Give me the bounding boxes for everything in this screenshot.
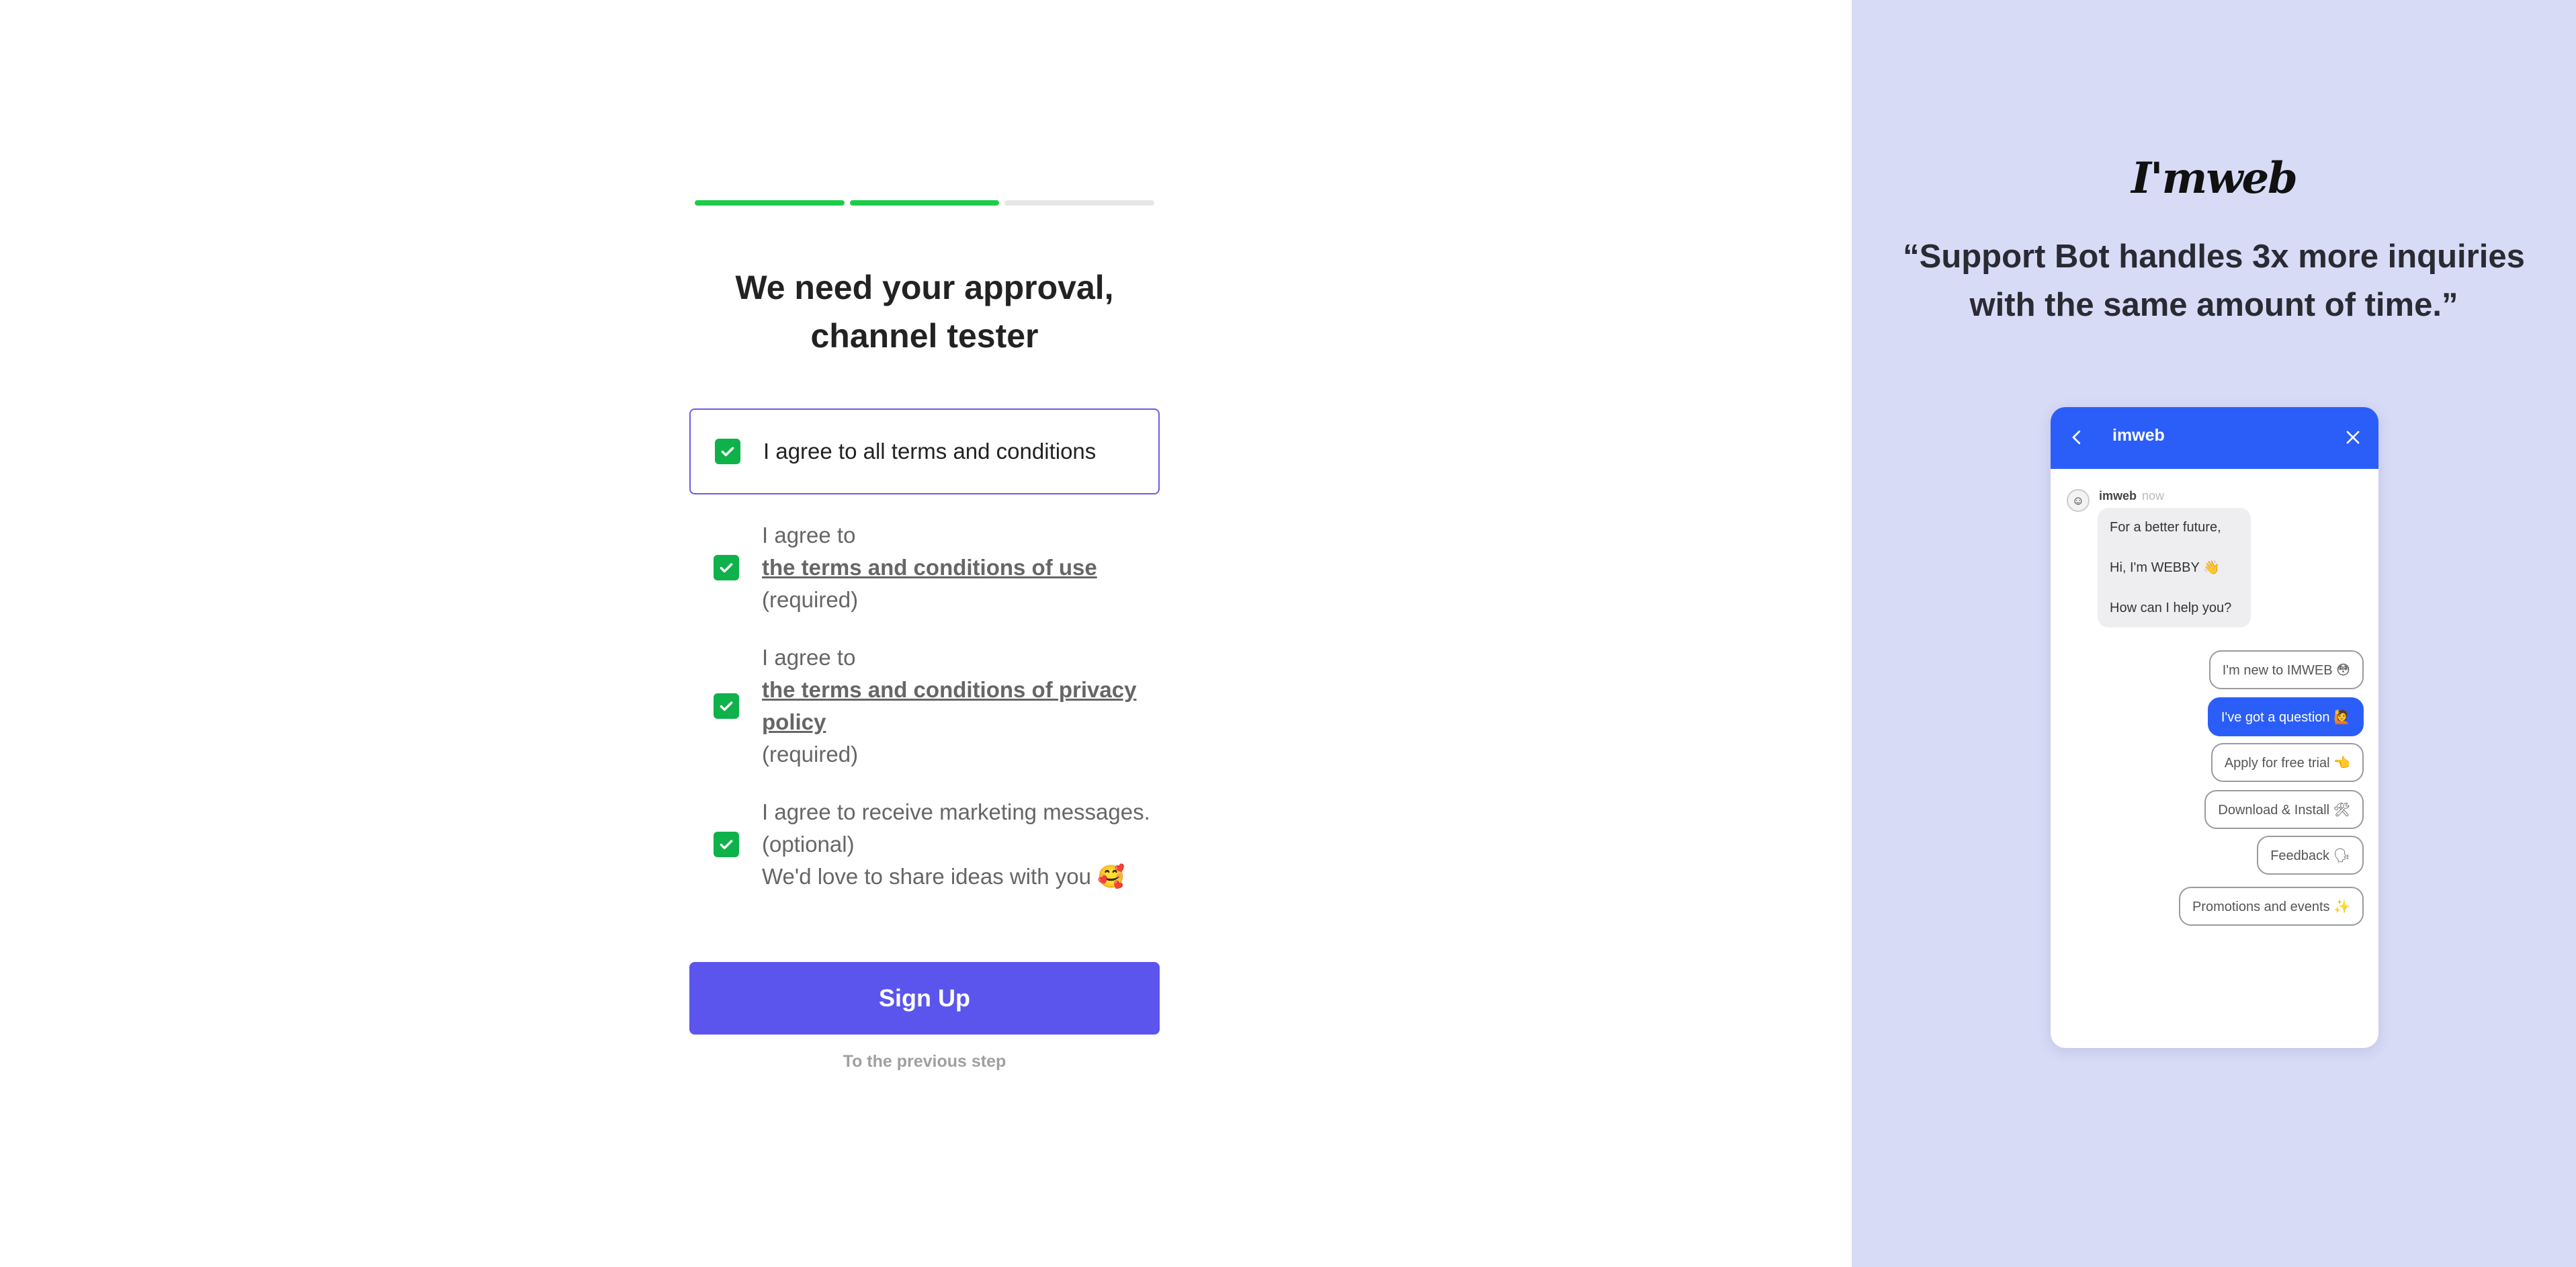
chat-header: imweb xyxy=(2051,407,2378,469)
privacy-policy-link[interactable]: the terms and conditions of privacy poli… xyxy=(762,674,1160,738)
term-suffix: (required) xyxy=(762,742,859,767)
progress-bar xyxy=(695,200,1155,207)
option-download-install: Download & Install 🛠 xyxy=(2204,790,2364,829)
option-new-to-imweb: I'm new to IMWEB 😳 xyxy=(2208,650,2364,689)
checkbox-checked-icon[interactable] xyxy=(714,832,739,857)
message-time: now xyxy=(2142,489,2165,503)
bot-message: Hi, I'm WEBBY 👋 xyxy=(2110,560,2220,575)
term-privacy-row[interactable]: I agree to the terms and conditions of p… xyxy=(689,642,1160,770)
agree-all-label: I agree to all terms and conditions xyxy=(763,439,1097,464)
bot-message: How can I help you? xyxy=(2110,601,2232,615)
term-privacy-text: I agree to the terms and conditions of p… xyxy=(762,642,1160,771)
page-title: We need your approval, channel tester xyxy=(735,269,1114,355)
term-marketing-text: I agree to receive marketing messages. (… xyxy=(762,796,1160,893)
imweb-logo: I'mweb xyxy=(2131,153,2298,204)
checkbox-checked-icon[interactable] xyxy=(714,555,739,580)
checkbox-checked-icon[interactable] xyxy=(714,693,739,719)
bot-message: For a better future, xyxy=(2110,520,2221,535)
bot-message-bubble: For a better future, Hi, I'm WEBBY 👋 How… xyxy=(2098,508,2251,627)
option-free-trial: Apply for free trial 👈 xyxy=(2210,743,2364,782)
signup-button[interactable]: Sign Up xyxy=(689,962,1160,1035)
option-promotions: Promotions and events ✨ xyxy=(2178,887,2364,926)
bot-name: imweb xyxy=(2099,489,2137,503)
term-prefix: I agree to receive marketing messages. (… xyxy=(762,799,1150,857)
chevron-left-icon xyxy=(2072,430,2081,445)
progress-step-1 xyxy=(695,200,845,206)
agree-all-checkbox-row[interactable]: I agree to all terms and conditions xyxy=(689,408,1160,494)
term-prefix: I agree to xyxy=(762,523,856,548)
bot-avatar: ☺ xyxy=(2067,489,2090,512)
term-use-row[interactable]: I agree to the terms and conditions of u… xyxy=(689,523,1160,612)
signup-panel: We need your approval, channel tester I … xyxy=(0,0,1852,1267)
previous-step-link[interactable]: To the previous step xyxy=(689,1052,1160,1072)
term-marketing-row[interactable]: I agree to receive marketing messages. (… xyxy=(689,794,1160,895)
chat-title: imweb xyxy=(2112,426,2165,445)
option-got-question: I've got a question 🙋 xyxy=(2207,697,2364,736)
progress-step-3 xyxy=(1004,200,1155,206)
promo-panel: I'mweb “Support Bot handles 3x more inqu… xyxy=(1852,0,2576,1267)
term-use-text: I agree to the terms and conditions of u… xyxy=(762,519,1160,616)
close-icon xyxy=(2346,431,2360,444)
testimonial-quote: “Support Bot handles 3x more inquiries w… xyxy=(1903,238,2525,323)
chat-widget-preview: imweb ☺ imweb now For a better future, Hi… xyxy=(2051,407,2378,1048)
progress-step-2 xyxy=(849,200,1000,206)
term-suffix: We'd love to share ideas with you 🥰 xyxy=(762,864,1125,889)
term-prefix: I agree to xyxy=(762,645,856,670)
terms-of-use-link[interactable]: the terms and conditions of use xyxy=(762,552,1160,584)
option-feedback: Feedback 🗣 xyxy=(2257,836,2364,875)
bot-meta: imweb now xyxy=(2099,489,2164,503)
checkbox-checked-icon[interactable] xyxy=(715,439,740,464)
term-suffix: (required) xyxy=(762,587,859,612)
